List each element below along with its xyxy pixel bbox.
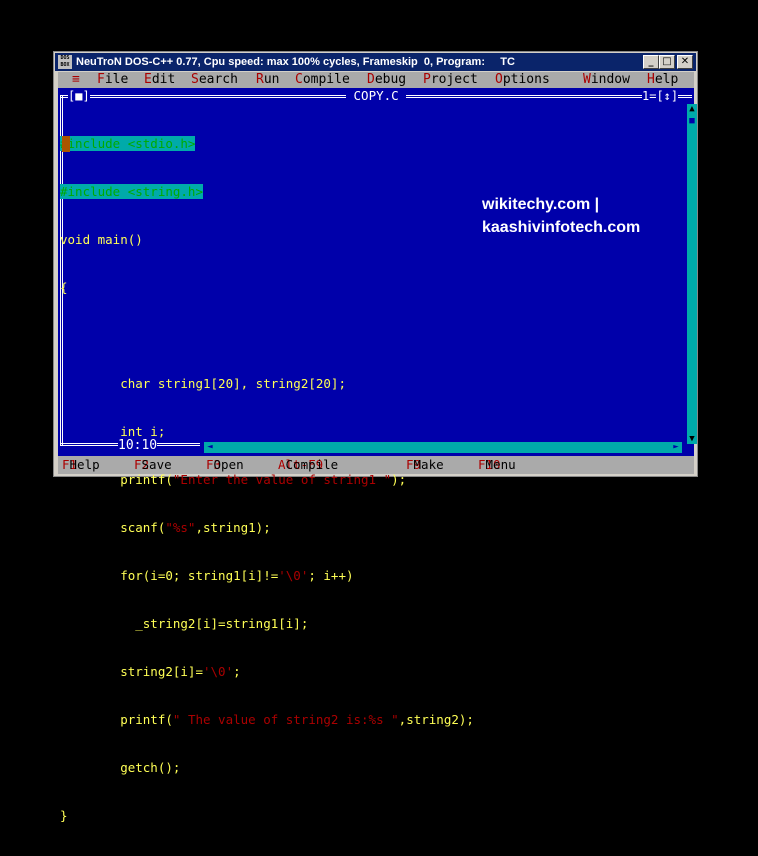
code-editor[interactable]: #include <stdio.h> #include <string.h> v…: [60, 104, 684, 823]
menu-options-hotkey: O: [495, 72, 503, 87]
horizontal-scrollbar[interactable]: [204, 442, 678, 453]
menu-bar: ≡ File Edit Search Run Compile Debug Pro…: [58, 72, 694, 88]
close-button[interactable]: ✕: [677, 55, 693, 69]
vertical-scrollbar[interactable]: [687, 104, 697, 444]
menu-edit[interactable]: Edit: [144, 72, 175, 88]
menu-edit-hotkey: E: [144, 72, 152, 87]
fkey-alt-f9-label: Compile: [285, 457, 339, 472]
fkey-alt-f9[interactable]: Alt-F9 Compile: [278, 456, 338, 474]
scroll-up-icon[interactable]: ▲: [687, 104, 697, 114]
fkey-f9[interactable]: F9 Make: [406, 456, 444, 474]
code-line-8: printf("Enter the value of string1 ");: [60, 472, 407, 487]
code-line-10: for(i=0; string1[i]!='\0'; i++): [60, 568, 354, 583]
scroll-down-icon[interactable]: ▼: [687, 434, 697, 444]
code-line-1: #include <stdio.h>: [60, 136, 196, 151]
menu-options-label: ptions: [502, 72, 550, 87]
text-cursor: [62, 136, 70, 152]
code-line-12: string2[i]='\0';: [60, 664, 241, 679]
fkey-f3[interactable]: F3 Open: [206, 456, 244, 474]
fkey-f3-label: Open: [213, 457, 244, 472]
menu-file-label: ile: [104, 72, 129, 87]
menu-project-hotkey: P: [423, 72, 431, 87]
menu-debug-hotkey: D: [367, 72, 375, 87]
cursor-position: 10:10: [118, 438, 158, 454]
menu-file-hotkey: F: [97, 72, 105, 87]
code-line-15: }: [60, 808, 68, 823]
dosbox-app-icon[interactable]: DOS BOX: [58, 55, 72, 69]
app-icon-text: DOS BOX: [60, 55, 70, 68]
menu-compile[interactable]: Compile: [295, 72, 350, 88]
dosbox-window: DOS BOX NeuTroN DOS-C++ 0.77, Cpu speed:…: [53, 51, 698, 823]
code-line-13: printf(" The value of string2 is:%s ",st…: [60, 712, 474, 727]
menu-compile-label: ompile: [302, 72, 350, 87]
dos-screen: ≡ File Edit Search Run Compile Debug Pro…: [58, 72, 697, 823]
system-menu-icon[interactable]: ≡: [72, 72, 80, 88]
function-key-bar: F1 Help F2 Save F3 Open Alt-F9 Compile F…: [58, 456, 694, 474]
menu-edit-label: dit: [151, 72, 176, 87]
watermark: wikitechy.com | kaashivinfotech.com: [482, 193, 640, 239]
menu-run[interactable]: Run: [256, 72, 279, 88]
fkey-f2[interactable]: F2 Save: [134, 456, 172, 474]
menu-help[interactable]: Help: [647, 72, 678, 88]
watermark-line-1: wikitechy.com |: [482, 196, 600, 213]
menu-project-label: roject: [430, 72, 478, 87]
code-line-14: getch();: [60, 760, 181, 775]
maximize-button[interactable]: □: [659, 55, 675, 69]
editor-filename: COPY.C: [346, 88, 407, 103]
menu-window-label: indow: [590, 72, 630, 87]
code-line-11: _string2[i]=string1[i];: [60, 616, 309, 631]
menu-search-label: earch: [198, 72, 238, 87]
menu-file[interactable]: File: [97, 72, 128, 88]
scroll-left-icon[interactable]: ◄: [204, 442, 216, 453]
fkey-f1-label: Help: [69, 457, 100, 472]
menu-help-label: elp: [654, 72, 679, 87]
fkey-f2-label: Save: [141, 457, 172, 472]
code-line-9: scanf("%s",string1);: [60, 520, 271, 535]
code-line-2: #include <string.h>: [60, 184, 203, 199]
fkey-f9-label: Make: [413, 457, 444, 472]
menu-project[interactable]: Project: [423, 72, 478, 88]
fkey-f1[interactable]: F1 Help: [62, 456, 100, 474]
code-line: #include <stdio.h>: [60, 136, 684, 152]
code-line-6: char string1[20], string2[20];: [60, 376, 346, 391]
menu-search[interactable]: Search: [191, 72, 238, 88]
menu-help-hotkey: H: [647, 72, 655, 87]
editor-window-number[interactable]: 1=[↕]: [642, 90, 679, 102]
window-title: NeuTroN DOS-C++ 0.77, Cpu speed: max 100…: [76, 56, 515, 68]
fkey-f10[interactable]: F10 Menu: [478, 456, 516, 474]
title-bar[interactable]: DOS BOX NeuTroN DOS-C++ 0.77, Cpu speed:…: [55, 53, 696, 71]
code-line-4: {: [60, 280, 68, 295]
menu-run-label: un: [263, 72, 280, 87]
menu-window-hotkey: W: [583, 72, 591, 87]
fkey-f10-label: Menu: [485, 457, 516, 472]
menu-compile-hotkey: C: [295, 72, 303, 87]
menu-window[interactable]: Window: [583, 72, 630, 88]
minimize-button[interactable]: _: [643, 55, 659, 69]
menu-debug-label: ebug: [374, 72, 407, 87]
menu-debug[interactable]: Debug: [367, 72, 406, 88]
scroll-right-icon[interactable]: ►: [670, 442, 682, 453]
menu-run-hotkey: R: [256, 72, 264, 87]
editor-close-box[interactable]: [■]: [68, 90, 90, 102]
menu-search-hotkey: S: [191, 72, 199, 87]
menu-options[interactable]: Options: [495, 72, 550, 88]
scroll-thumb-icon[interactable]: ■: [687, 116, 697, 126]
watermark-line-2: kaashivinfotech.com: [482, 219, 641, 236]
